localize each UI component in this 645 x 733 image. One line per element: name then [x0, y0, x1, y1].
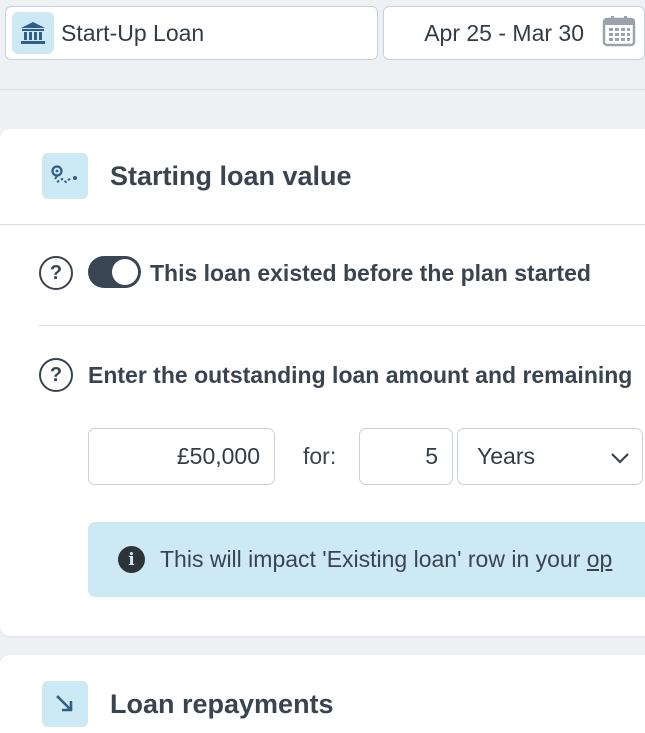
- loan-name: Start-Up Loan: [61, 19, 205, 46]
- toggle-label: This loan existed before the plan starte…: [150, 260, 591, 286]
- info-glyph: i: [128, 549, 135, 570]
- calendar-icon[interactable]: [602, 15, 636, 52]
- help-glyph: ?: [49, 363, 63, 386]
- loan-amount-input[interactable]: £50,000: [88, 428, 275, 485]
- term-value: 5: [425, 443, 438, 469]
- for-label: for:: [303, 443, 337, 469]
- arrow-down-right-icon: [42, 681, 88, 727]
- header-divider: [0, 224, 645, 225]
- card-header: Starting loan value: [42, 153, 352, 199]
- help-glyph: ?: [49, 261, 63, 284]
- help-icon[interactable]: ?: [39, 358, 73, 392]
- toggle-knob: [112, 259, 138, 285]
- help-icon[interactable]: ?: [39, 256, 73, 290]
- existed-before-toggle[interactable]: [88, 256, 141, 288]
- card-title: Starting loan value: [110, 160, 352, 191]
- loan-repayments-card: Loan repayments: [0, 655, 645, 733]
- term-unit-value: Years: [477, 443, 535, 469]
- info-message: This will impact 'Existing loan' row in …: [160, 546, 587, 572]
- loan-amount-value: £50,000: [176, 443, 260, 469]
- bank-icon: [12, 12, 54, 54]
- info-icon: i: [118, 546, 145, 573]
- term-input[interactable]: 5: [359, 428, 453, 485]
- card-header: Loan repayments: [42, 681, 334, 727]
- date-range-text: Apr 25 - Mar 30: [424, 19, 584, 46]
- section-divider: [39, 325, 645, 326]
- info-text: This will impact 'Existing loan' row in …: [160, 546, 612, 573]
- term-unit-select[interactable]: Years: [457, 428, 643, 485]
- chevron-down-icon: [610, 443, 630, 470]
- instruction-text: Enter the outstanding loan amount and re…: [88, 362, 633, 388]
- info-link[interactable]: op: [587, 546, 613, 572]
- date-range-picker[interactable]: Apr 25 - Mar 30: [383, 6, 645, 60]
- info-banner: i This will impact 'Existing loan' row i…: [88, 522, 645, 597]
- card-title: Loan repayments: [110, 688, 334, 719]
- route-icon: [42, 153, 88, 199]
- loan-selector[interactable]: Start-Up Loan: [5, 6, 378, 60]
- top-bar: Start-Up Loan Apr 25 - Mar 30: [0, 0, 645, 90]
